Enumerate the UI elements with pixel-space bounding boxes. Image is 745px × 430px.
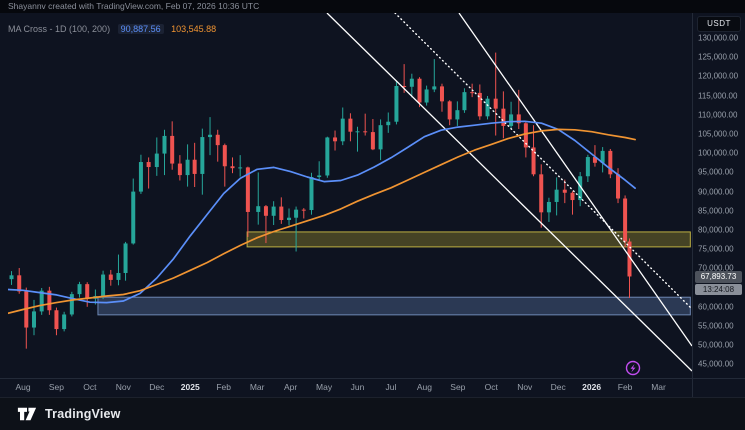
time-axis-label: Dec: [551, 382, 566, 392]
time-axis-label: Aug: [15, 382, 30, 392]
time-axis-label: Sep: [49, 382, 64, 392]
price-axis-label: 110,000.00: [698, 110, 737, 119]
price-axis-label: 55,000.00: [698, 322, 734, 331]
price-axis-label: 95,000.00: [698, 168, 734, 177]
price-zones: [98, 232, 690, 315]
time-axis-label: Jul: [386, 382, 397, 392]
price-axis-label: 100,000.00: [698, 149, 738, 158]
tradingview-brand[interactable]: TradingView: [16, 407, 121, 421]
price-axis-label: 105,000.00: [698, 130, 738, 139]
indicator-legend[interactable]: MA Cross - 1D (100, 200) 90,887.56 103,5…: [8, 24, 216, 34]
support-zone: [98, 297, 690, 315]
branding-footer: TradingView: [0, 398, 745, 430]
price-axis-label: 130,000.00: [698, 34, 738, 43]
time-axis-label: Oct: [83, 382, 96, 392]
flash-marker: [627, 362, 640, 375]
time-axis-label: Apr: [284, 382, 297, 392]
time-axis-label: 2025: [181, 382, 200, 392]
price-axis-label: 120,000.00: [698, 72, 738, 81]
last-price-label: 67,893.73: [695, 271, 742, 283]
price-axis-label: 45,000.00: [698, 360, 734, 369]
tradingview-brand-text: TradingView: [45, 407, 121, 421]
price-axis-label: 80,000.00: [698, 226, 734, 235]
price-axis-label: 125,000.00: [698, 53, 738, 62]
time-axis-label: Mar: [651, 382, 666, 392]
descending-trendline-dotted: [395, 13, 692, 309]
time-axis-label: Feb: [216, 382, 231, 392]
time-axis-label: Aug: [417, 382, 432, 392]
indicator-name: MA Cross: [8, 24, 47, 34]
time-axis-label: Feb: [618, 382, 633, 392]
time-axis-label: May: [316, 382, 332, 392]
time-axis-label: Oct: [485, 382, 498, 392]
price-axis-label: 115,000.00: [698, 91, 737, 100]
tradingview-logo-icon: [16, 407, 38, 421]
time-axis-label: Sep: [450, 382, 465, 392]
time-axis-label: Jun: [351, 382, 365, 392]
ma100-legend-value: 90,887.56: [118, 24, 164, 34]
tradingview-snapshot: Shayannv created with TradingView.com, F…: [0, 0, 745, 430]
descending-trendline-right: [459, 13, 692, 346]
price-axis-label: 75,000.00: [698, 245, 734, 254]
price-axis-label: 50,000.00: [698, 341, 734, 350]
currency-toggle-button[interactable]: USDT: [697, 16, 741, 32]
ma200-legend-value: 103,545.88: [171, 24, 216, 34]
plot-area: [8, 13, 692, 371]
bar-countdown-label: 13:24:08: [695, 284, 742, 295]
indicator-detail: - 1D (100, 200): [50, 24, 111, 34]
time-axis-label: 2026: [582, 382, 601, 392]
time-axis-label: Nov: [517, 382, 532, 392]
time-axis-label: Dec: [149, 382, 164, 392]
time-axis-label: Mar: [250, 382, 265, 392]
time-axis-label: Nov: [116, 382, 131, 392]
price-axis-label: 85,000.00: [698, 206, 734, 215]
price-axis-label: 90,000.00: [698, 187, 734, 196]
price-axis-label: 60,000.00: [698, 302, 734, 311]
price-chart-canvas[interactable]: [0, 0, 745, 430]
time-axis[interactable]: Aug Sep Oct Nov Dec 2025 Feb Mar Apr May Jun Jul Aug…: [0, 379, 693, 397]
price-axis[interactable]: USDT 130,000.00 125,000.00 120,000.00 115,0…: [693, 13, 745, 397]
